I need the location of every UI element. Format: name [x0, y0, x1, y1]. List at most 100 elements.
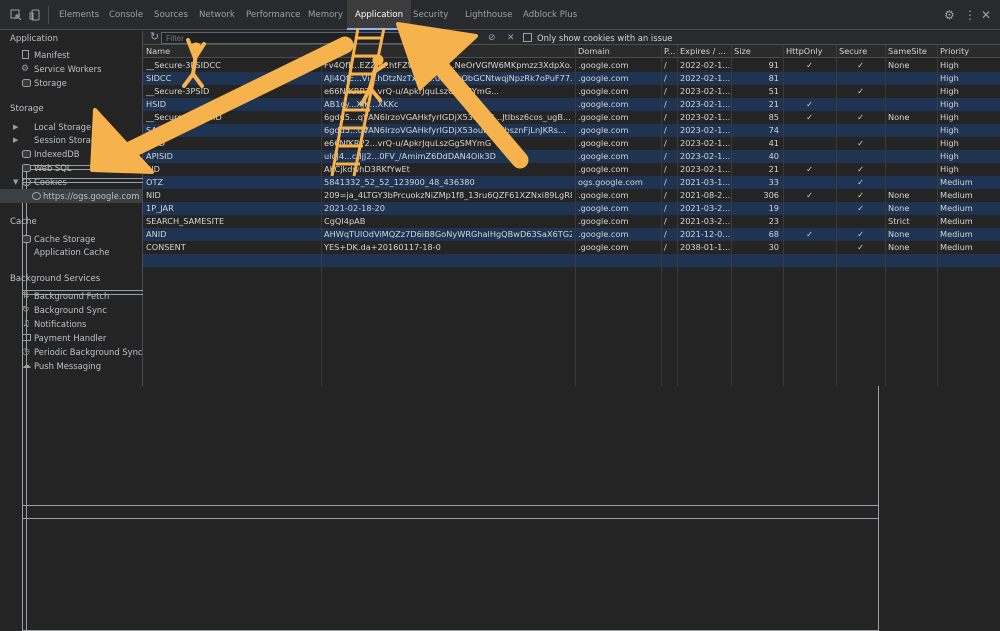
- cell-path: /: [664, 60, 667, 70]
- table-row[interactable]: SEARCH_SAMESITE CgQI4pAB .google.com / 2021-…: [143, 215, 1000, 228]
- column-divider[interactable]: [937, 45, 938, 386]
- table-row[interactable]: SAPISID 6gdu5...qVAN6IrzoVGAHkfyrIGDjX53o…: [143, 124, 1000, 137]
- table-row[interactable]: SIDCC AJi4QfE...Vi...hDtzNzTxWI...u...ohr…: [143, 72, 1000, 85]
- sidebar-item-cookie-origin[interactable]: https://ogs.google.com: [0, 189, 142, 203]
- delete-selected-icon[interactable]: ✕: [507, 31, 515, 45]
- cell-expires: 2021-03-1...: [680, 177, 730, 187]
- refresh-icon[interactable]: ↻: [150, 30, 159, 44]
- cell-expires: 2021-08-2...: [680, 190, 730, 200]
- cell-httponly: [783, 215, 836, 228]
- tab-elements[interactable]: Elements: [59, 0, 99, 30]
- table-row[interactable]: __Secure-3PSIDCC Fv4QfP...EZZ3...htFZWI..…: [143, 59, 1000, 72]
- clear-all-icon[interactable]: ⊘: [488, 31, 496, 45]
- table-row[interactable]: SID AKCjkdwhD3RKfYwEt .google.com / 2023-02-…: [143, 163, 1000, 176]
- sidebar-section-storage: Storage: [10, 104, 44, 114]
- column-header-size[interactable]: Size: [731, 45, 783, 58]
- cell-secure: ✓: [857, 86, 864, 96]
- cell-size: 21: [768, 99, 779, 109]
- sidebar-item-cache-storage[interactable]: Cache Storage: [0, 232, 142, 246]
- table-row[interactable]: OTZ 5841332_52_52_123900_48_436380 ogs.goo…: [143, 176, 1000, 189]
- column-header-name[interactable]: Name: [143, 45, 321, 58]
- column-header-expires[interactable]: Expires / ...: [677, 45, 731, 58]
- column-header-value[interactable]: Value: [321, 45, 575, 58]
- column-header-priority[interactable]: Priority: [937, 45, 1000, 58]
- table-row-empty[interactable]: [143, 254, 1000, 267]
- caret-right-icon[interactable]: ▶: [13, 120, 18, 134]
- tab-performance[interactable]: Performance: [246, 0, 300, 30]
- cell-value: AJi4QfE...Vi...hDtzNzTxWI...u...ohrObGCN…: [324, 73, 572, 83]
- table-row[interactable]: 1P_JAR 2021-02-18-20 .google.com / 2021-03-2…: [143, 202, 1000, 215]
- cookies-table: __Secure-3PSIDCC Fv4QfP...EZZ3...htFZWI..…: [143, 45, 1000, 386]
- sidebar-item-periodic-background-sync[interactable]: ◷ Periodic Background Sync: [0, 345, 143, 359]
- issue-only-checkbox[interactable]: [523, 33, 532, 42]
- sidebar-item-web-sql[interactable]: Web SQL: [0, 161, 142, 175]
- sidebar-item-payment-handler[interactable]: Payment Handler: [0, 331, 142, 345]
- sidebar-item-local-storage[interactable]: ▶ Local Storage: [0, 120, 879, 506]
- sidebar-item-storage[interactable]: Storage: [0, 76, 142, 90]
- tab-memory[interactable]: Memory: [308, 0, 343, 30]
- column-divider[interactable]: [575, 45, 576, 386]
- sidebar-item-manifest[interactable]: Manifest: [0, 48, 142, 62]
- cell-name: ANID: [146, 229, 167, 239]
- column-divider[interactable]: [321, 45, 322, 386]
- caret-down-icon[interactable]: ▼: [13, 175, 18, 189]
- close-icon[interactable]: ✕: [981, 8, 991, 22]
- kebab-icon[interactable]: ⋮: [964, 8, 976, 22]
- sidebar-item-label: Service Workers: [34, 64, 102, 74]
- tab-adblock-plus[interactable]: Adblock Plus: [523, 0, 577, 30]
- sidebar-item-background-fetch[interactable]: ⇅ Background Fetch: [0, 289, 142, 303]
- tab-network[interactable]: Network: [199, 0, 235, 30]
- tab-application[interactable]: Application: [347, 0, 412, 30]
- column-header-domain[interactable]: Domain: [575, 45, 661, 58]
- tab-console[interactable]: Console: [109, 0, 143, 30]
- column-divider[interactable]: [783, 45, 784, 386]
- cell-secure: ✓: [857, 164, 864, 174]
- cell-samesite: None: [888, 190, 910, 200]
- cell-secure: ✓: [857, 229, 864, 239]
- column-divider[interactable]: [677, 45, 678, 386]
- column-header-secure[interactable]: Secure: [836, 45, 885, 58]
- column-header-samesite[interactable]: SameSite: [885, 45, 937, 58]
- sidebar-item-indexeddb[interactable]: IndexedDB: [0, 147, 142, 161]
- cell-size: 40: [768, 151, 779, 161]
- sidebar-item-label: Storage: [34, 78, 67, 88]
- filter-input[interactable]: [161, 32, 464, 44]
- table-row[interactable]: __Secure-3PAPISID 6gdu5...qVAN6IrzoVGAHkf…: [143, 111, 1000, 124]
- sidebar-item-notifications[interactable]: ♫ Notifications: [0, 317, 142, 331]
- database-icon: [22, 164, 31, 172]
- cell-priority: High: [940, 86, 959, 96]
- tab-sources[interactable]: Sources: [154, 0, 188, 30]
- sidebar-item-service-workers[interactable]: ⚙ Service Workers: [0, 62, 142, 76]
- column-header-path[interactable]: P...: [661, 45, 677, 58]
- cell-samesite: [888, 124, 936, 137]
- credit-card-icon: [22, 334, 31, 341]
- table-row[interactable]: NID 209=ja_4LTGY3bPrcuokzNiZMp1f8_13ru6QZ…: [143, 189, 1000, 202]
- sidebar-item-background-sync[interactable]: ↻ Background Sync: [0, 303, 142, 317]
- table-row[interactable]: SSID e66NfKRP2...vrQ-u/ApkrJquLszGgSMYmG.…: [143, 137, 1000, 150]
- table-row[interactable]: ANID AHWqTUlOdViMQZz7D6iB8GoNyWRGhalHgQBw…: [143, 228, 1000, 241]
- device-toolbar-icon[interactable]: [29, 9, 41, 21]
- inspect-element-icon[interactable]: [10, 9, 22, 21]
- sidebar-item-application-cache[interactable]: Application Cache: [0, 245, 879, 631]
- column-divider[interactable]: [885, 45, 886, 386]
- caret-right-icon[interactable]: ▶: [13, 133, 18, 147]
- cell-samesite: [888, 85, 936, 98]
- table-row[interactable]: CONSENT YES+DK.da+20160117-18-0 .google.co…: [143, 241, 1000, 254]
- column-header-httponly[interactable]: HttpOnly: [783, 45, 836, 58]
- cell-size: 74: [768, 125, 779, 135]
- tab-security[interactable]: Security: [413, 0, 448, 30]
- cell-name: __Secure-3PSID: [146, 86, 210, 96]
- sidebar-item-push-messaging[interactable]: ☁ Push Messaging: [0, 359, 142, 373]
- cell-size: 21: [768, 164, 779, 174]
- table-row[interactable]: HSID AB1cy...XjK...XKKc .google.com / 2023-0…: [143, 98, 1000, 111]
- column-divider[interactable]: [731, 45, 732, 386]
- table-row[interactable]: __Secure-3PSID e66NfKRP2...vrQ-u/ApkrJquL…: [143, 85, 1000, 98]
- gear-icon[interactable]: ⚙: [944, 8, 955, 22]
- tab-lighthouse[interactable]: Lighthouse: [465, 0, 512, 30]
- column-divider[interactable]: [661, 45, 662, 386]
- sidebar-item-cookies[interactable]: ▼ Cookies: [0, 175, 142, 189]
- cell-domain: .google.com: [578, 73, 629, 83]
- table-row[interactable]: APISID uloJ4...cdjJ2...0FV_/AmimZ6DdDAN4O…: [143, 150, 1000, 163]
- column-divider[interactable]: [836, 45, 837, 386]
- sidebar-item-session-storage[interactable]: ▶ Session Storage: [0, 133, 879, 519]
